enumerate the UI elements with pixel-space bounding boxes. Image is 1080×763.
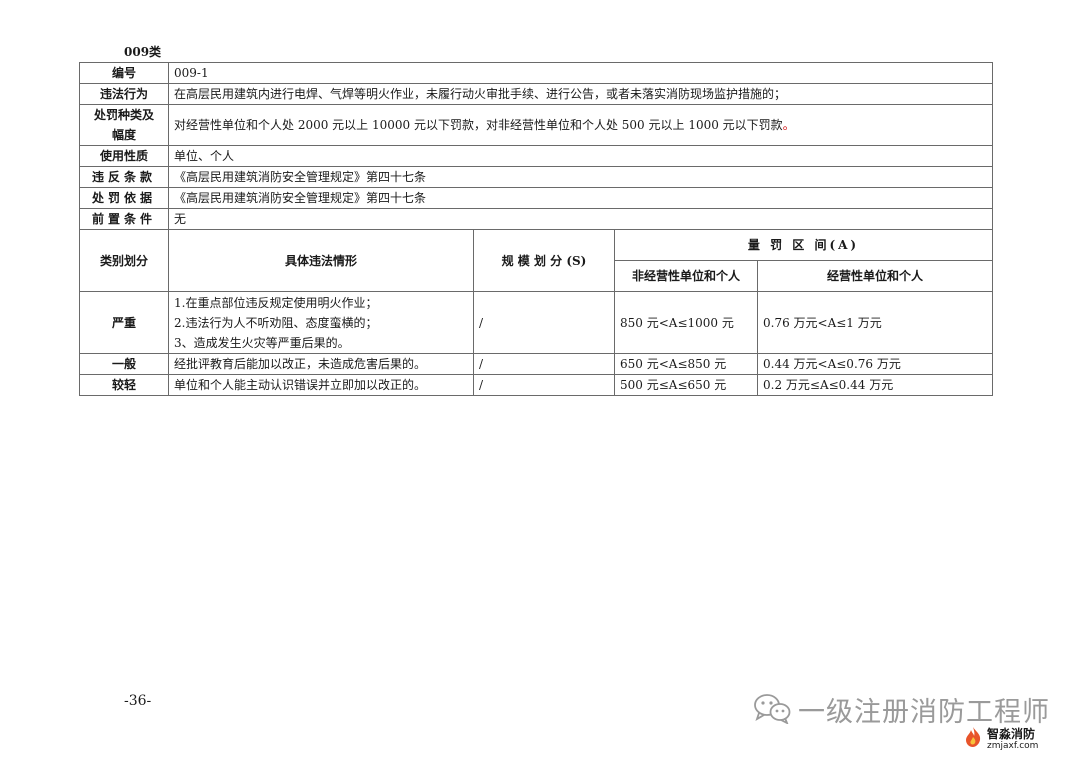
grid-header-row-1: 类别划分 具体违法情形 规 模 划 分 (S) 量 罚 区 间(A) [79,229,994,292]
nature-value: 单位、个人 [167,145,994,167]
brand-name: 智淼消防 [987,726,1036,741]
level-row-severe: 严重 1.在重点部位违反规定使用明火作业； 2.违法行为人不听劝阻、态度蛮横的；… [79,291,994,354]
penalty-label-line1: 处罚种类及 [93,108,154,122]
scale-header: 规 模 划 分 (S) [473,229,615,292]
situation-line: 2.违法行为人不听劝阻、态度蛮横的； [174,315,378,330]
level-row-general: 一般 经批评教育后能加以改正，未造成危害后果的。 / 650 元<A≤850 元… [79,353,994,375]
basis-row: 处罚依据 《高层民用建筑消防安全管理规定》第四十七条 [79,187,994,209]
brand-text: 智淼消防 zmjaxf.com [987,726,1039,751]
clause-row: 违反条款 《高层民用建筑消防安全管理规定》第四十七条 [79,166,994,188]
level-situations: 经批评教育后能加以改正，未造成危害后果的。 [168,353,474,375]
level-scale: / [473,291,615,354]
watermark-text: 一级注册消防工程师 [798,697,1050,728]
situation-line: 3、造成发生火灾等严重后果的。 [174,335,350,350]
watermark: 一级注册消防工程师 [752,690,1050,729]
brand-logo: 智淼消防 zmjaxf.com [962,726,1038,752]
wechat-icon [752,692,792,728]
clause-value: 《高层民用建筑消防安全管理规定》第四十七条 [167,166,994,188]
level-commercial-range: 0.76 万元<A≤1 万元 [756,291,994,354]
level-scale: / [473,374,615,396]
nature-row: 使用性质 单位、个人 [79,145,994,167]
level-situations: 单位和个人能主动认识错误并立即加以改正的。 [168,374,474,396]
precondition-label: 前置条件 [79,208,169,230]
situation-header: 具体违法情形 [168,229,474,292]
precondition-value: 无 [167,208,994,230]
precondition-row: 前置条件 无 [79,208,994,230]
level-row-minor: 较轻 单位和个人能主动认识错误并立即加以改正的。 / 500 元≤A≤650 元… [79,374,994,396]
level-scale: / [473,353,615,375]
level-name: 严重 [79,291,169,354]
penalty-value-end: 。 [782,118,795,132]
penalty-table: 编号 009-1 违法行为 在高层民用建筑内进行电焊、气焊等明火作业，未履行动火… [79,62,994,396]
fire-logo-icon [962,726,984,752]
level-non-commercial-range: 850 元<A≤1000 元 [614,291,758,354]
penalty-value: 对经营性单位和个人处 2000 元以上 10000 元以下罚款，对非经营性单位和… [167,104,994,146]
nature-label: 使用性质 [79,145,169,167]
clause-label: 违反条款 [79,166,169,188]
category-title: 009类 [124,45,162,59]
violation-row: 违法行为 在高层民用建筑内进行电焊、气焊等明火作业，未履行动火审批手续、进行公告… [79,83,994,105]
level-name: 一般 [79,353,169,375]
penalty-row: 处罚种类及 幅度 对经营性单位和个人处 2000 元以上 10000 元以下罚款… [79,104,994,146]
situation-line: 1.在重点部位违反规定使用明火作业； [174,295,378,310]
penalty-label-line2: 幅度 [111,128,136,142]
commercial-header: 经营性单位和个人 [756,260,994,292]
page-number: -36- [124,693,152,709]
penalty-label: 处罚种类及 幅度 [79,104,169,146]
basis-label: 处罚依据 [79,187,169,209]
code-value: 009-1 [167,62,994,84]
brand-url: zmjaxf.com [987,740,1039,751]
violation-label: 违法行为 [79,83,169,105]
level-non-commercial-range: 650 元<A≤850 元 [614,353,758,375]
code-label: 编号 [79,62,169,84]
level-commercial-range: 0.2 万元≤A≤0.44 万元 [756,374,994,396]
level-situations: 1.在重点部位违反规定使用明火作业； 2.违法行为人不听劝阻、态度蛮横的； 3、… [168,291,474,354]
basis-value: 《高层民用建筑消防安全管理规定》第四十七条 [167,187,994,209]
non-commercial-header: 非经营性单位和个人 [614,260,758,292]
violation-value: 在高层民用建筑内进行电焊、气焊等明火作业，未履行动火审批手续、进行公告，或者未落… [167,83,994,105]
code-row: 编号 009-1 [79,62,994,84]
level-non-commercial-range: 500 元≤A≤650 元 [614,374,758,396]
penalty-value-text: 对经营性单位和个人处 2000 元以上 10000 元以下罚款，对非经营性单位和… [174,118,783,132]
level-name: 较轻 [79,374,169,396]
range-header: 量 罚 区 间(A) [613,229,994,261]
level-commercial-range: 0.44 万元<A≤0.76 万元 [756,353,994,375]
category-header: 类别划分 [79,229,169,292]
